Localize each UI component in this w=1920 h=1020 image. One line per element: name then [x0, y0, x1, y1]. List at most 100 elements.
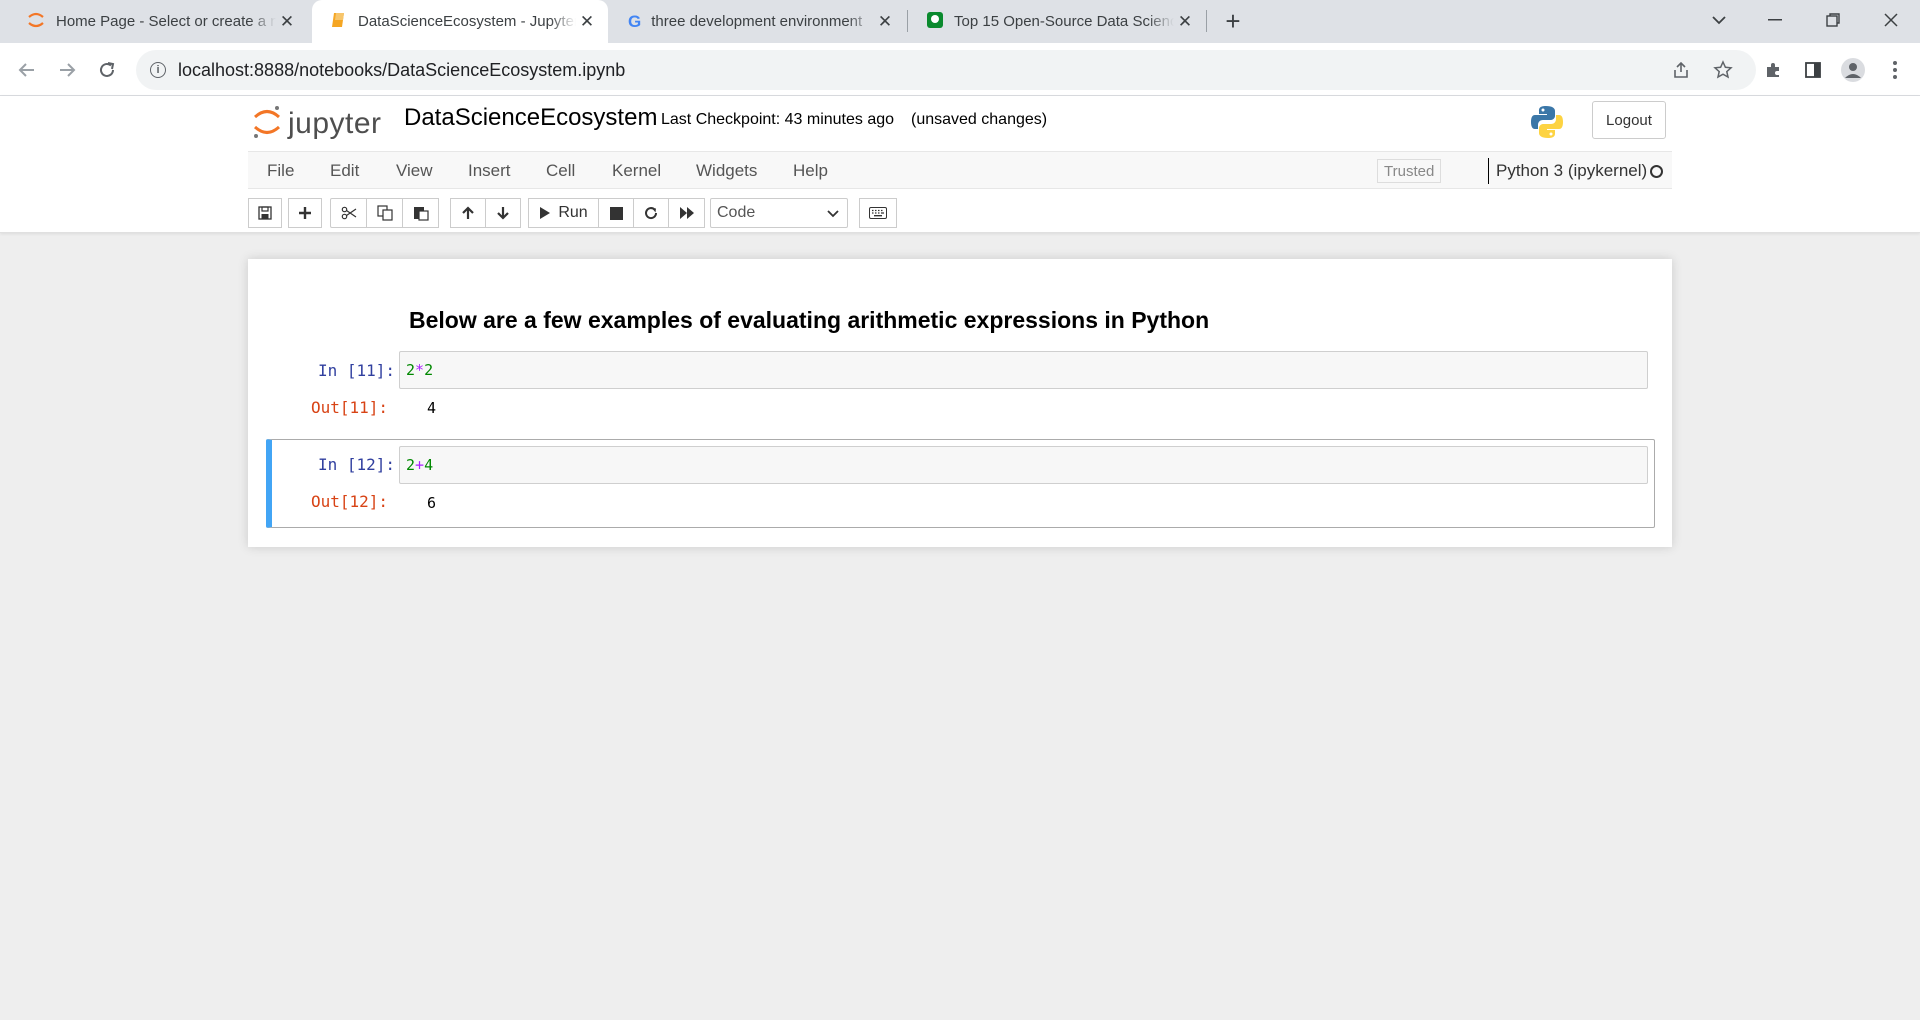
menu-widgets[interactable]: Widgets — [696, 152, 757, 190]
restart-button[interactable] — [633, 198, 669, 228]
python-logo-icon — [1529, 104, 1565, 140]
google-icon: G — [628, 11, 642, 31]
trusted-indicator[interactable]: Trusted — [1377, 159, 1442, 183]
url-bar[interactable]: i localhost:8888/notebooks/DataScienceEc… — [136, 50, 1756, 90]
tab-title: DataScienceEcosystem - Jupyter Notebook — [358, 13, 576, 30]
cut-button[interactable] — [330, 198, 367, 228]
browser-address-bar: i localhost:8888/notebooks/DataScienceEc… — [0, 43, 1920, 96]
code-operator: * — [415, 361, 425, 379]
close-icon[interactable]: ✕ — [576, 11, 598, 33]
scissors-icon — [341, 206, 357, 220]
browser-menu-icon[interactable] — [1880, 55, 1910, 85]
info-icon[interactable]: i — [150, 62, 166, 78]
menu-edit[interactable]: Edit — [330, 152, 359, 190]
keyboard-icon — [869, 207, 887, 219]
arrow-down-icon — [496, 206, 510, 220]
browser-tab-search[interactable]: G three development environment ✕ — [610, 0, 906, 43]
insert-cell-button[interactable] — [288, 198, 322, 228]
code-token: 4 — [424, 456, 434, 474]
menu-help[interactable]: Help — [793, 152, 828, 190]
close-icon[interactable]: ✕ — [1174, 11, 1196, 33]
tab-title: three development environment — [651, 13, 863, 30]
restart-icon — [644, 206, 658, 220]
browser-tab-bar: Home Page - Select or create a new noteb… — [0, 0, 1920, 43]
paste-icon — [413, 205, 429, 221]
site-icon — [926, 11, 944, 33]
kernel-idle-indicator — [1650, 165, 1663, 178]
menu-file[interactable]: File — [267, 152, 294, 190]
cell-type-select[interactable]: Code — [710, 198, 848, 228]
chevron-down-icon — [827, 207, 839, 221]
menu-view[interactable]: View — [396, 152, 433, 190]
output-prompt: Out[12]: — [311, 492, 389, 511]
jupyter-logo[interactable]: jupyter — [252, 104, 382, 144]
browser-tab-article[interactable]: Top 15 Open-Source Data Science ✕ — [908, 0, 1206, 43]
stop-icon — [609, 206, 623, 220]
play-icon — [539, 206, 551, 220]
jupyter-icon — [26, 10, 46, 34]
last-checkpoint: Last Checkpoint: 43 minutes ago — [661, 111, 895, 128]
jupyter-header: jupyter DataScienceEcosystem Last Checkp… — [0, 96, 1920, 233]
extensions-icon[interactable] — [1758, 55, 1788, 85]
profile-avatar[interactable] — [1838, 55, 1868, 85]
markdown-heading[interactable]: Below are a few examples of evaluating a… — [409, 307, 1209, 334]
close-icon[interactable]: ✕ — [874, 11, 896, 33]
reload-button[interactable] — [92, 55, 122, 85]
tab-title: Top 15 Open-Source Data Science — [954, 13, 1174, 30]
restart-run-all-button[interactable] — [668, 198, 705, 228]
arrow-up-icon — [461, 206, 475, 220]
browser-tab-home[interactable]: Home Page - Select or create a new noteb… — [8, 0, 308, 43]
run-label: Run — [558, 204, 588, 221]
share-icon[interactable] — [1666, 55, 1696, 85]
jupyter-logo-icon — [252, 104, 282, 145]
back-button[interactable] — [12, 55, 42, 85]
kernel-divider — [1488, 158, 1489, 184]
paste-button[interactable] — [402, 198, 439, 228]
side-panel-icon[interactable] — [1798, 55, 1828, 85]
browser-tab-notebook[interactable]: DataScienceEcosystem - Jupyter Notebook … — [312, 0, 608, 43]
unsaved-changes: (unsaved changes) — [911, 111, 1048, 128]
code-operator: + — [415, 456, 425, 474]
input-prompt: In [11]: — [318, 361, 396, 380]
move-up-button[interactable] — [450, 198, 486, 228]
restore-button[interactable] — [1810, 0, 1856, 40]
code-cell[interactable]: In [11]: 2 * 2 Out[11]: 4 — [266, 351, 1655, 425]
output-prompt: Out[11]: — [311, 398, 389, 417]
close-icon[interactable]: ✕ — [276, 11, 298, 33]
notebook-container: Below are a few examples of evaluating a… — [248, 259, 1672, 547]
code-cell-selected[interactable]: In [12]: 2 +4 Out[12]: 6 — [266, 439, 1655, 528]
input-prompt: In [12]: — [318, 455, 396, 474]
copy-button[interactable] — [366, 198, 403, 228]
code-token: 2 — [406, 456, 416, 474]
new-tab-button[interactable]: + — [1218, 6, 1248, 36]
kernel-name[interactable]: Python 3 (ipykernel) — [1496, 152, 1647, 190]
menu-insert[interactable]: Insert — [468, 152, 511, 190]
bookmark-star-icon[interactable] — [1708, 55, 1738, 85]
close-window-button[interactable] — [1868, 0, 1914, 40]
tab-title: Home Page - Select or create a new noteb… — [56, 13, 276, 30]
command-palette-button[interactable] — [859, 198, 897, 228]
notebook-title[interactable]: DataScienceEcosystem — [404, 104, 657, 132]
cell-type-value: Code — [717, 204, 756, 221]
interrupt-button[interactable] — [598, 198, 634, 228]
code-input[interactable]: 2 * 2 — [399, 351, 1648, 389]
menu-kernel[interactable]: Kernel — [612, 152, 661, 190]
tab-search-button[interactable] — [1696, 0, 1742, 40]
copy-icon — [376, 205, 393, 221]
logout-button[interactable]: Logout — [1592, 101, 1666, 139]
cell-output: 6 — [427, 494, 437, 512]
forward-button[interactable] — [52, 55, 82, 85]
run-button[interactable]: Run — [528, 198, 599, 228]
plus-icon — [298, 206, 312, 220]
code-token: 2 — [424, 361, 434, 379]
code-input[interactable]: 2 +4 — [399, 446, 1648, 484]
menu-cell[interactable]: Cell — [546, 152, 575, 190]
notebook-icon — [330, 11, 348, 33]
url-text: localhost:8888/notebooks/DataScienceEcos… — [178, 59, 626, 80]
minimize-button[interactable] — [1752, 0, 1798, 40]
save-button[interactable] — [248, 198, 282, 228]
cell-output: 4 — [427, 399, 437, 417]
move-down-button[interactable] — [485, 198, 521, 228]
code-token: 2 — [406, 361, 416, 379]
menu-bar: File Edit View Insert Cell Kernel Widget… — [248, 151, 1672, 189]
